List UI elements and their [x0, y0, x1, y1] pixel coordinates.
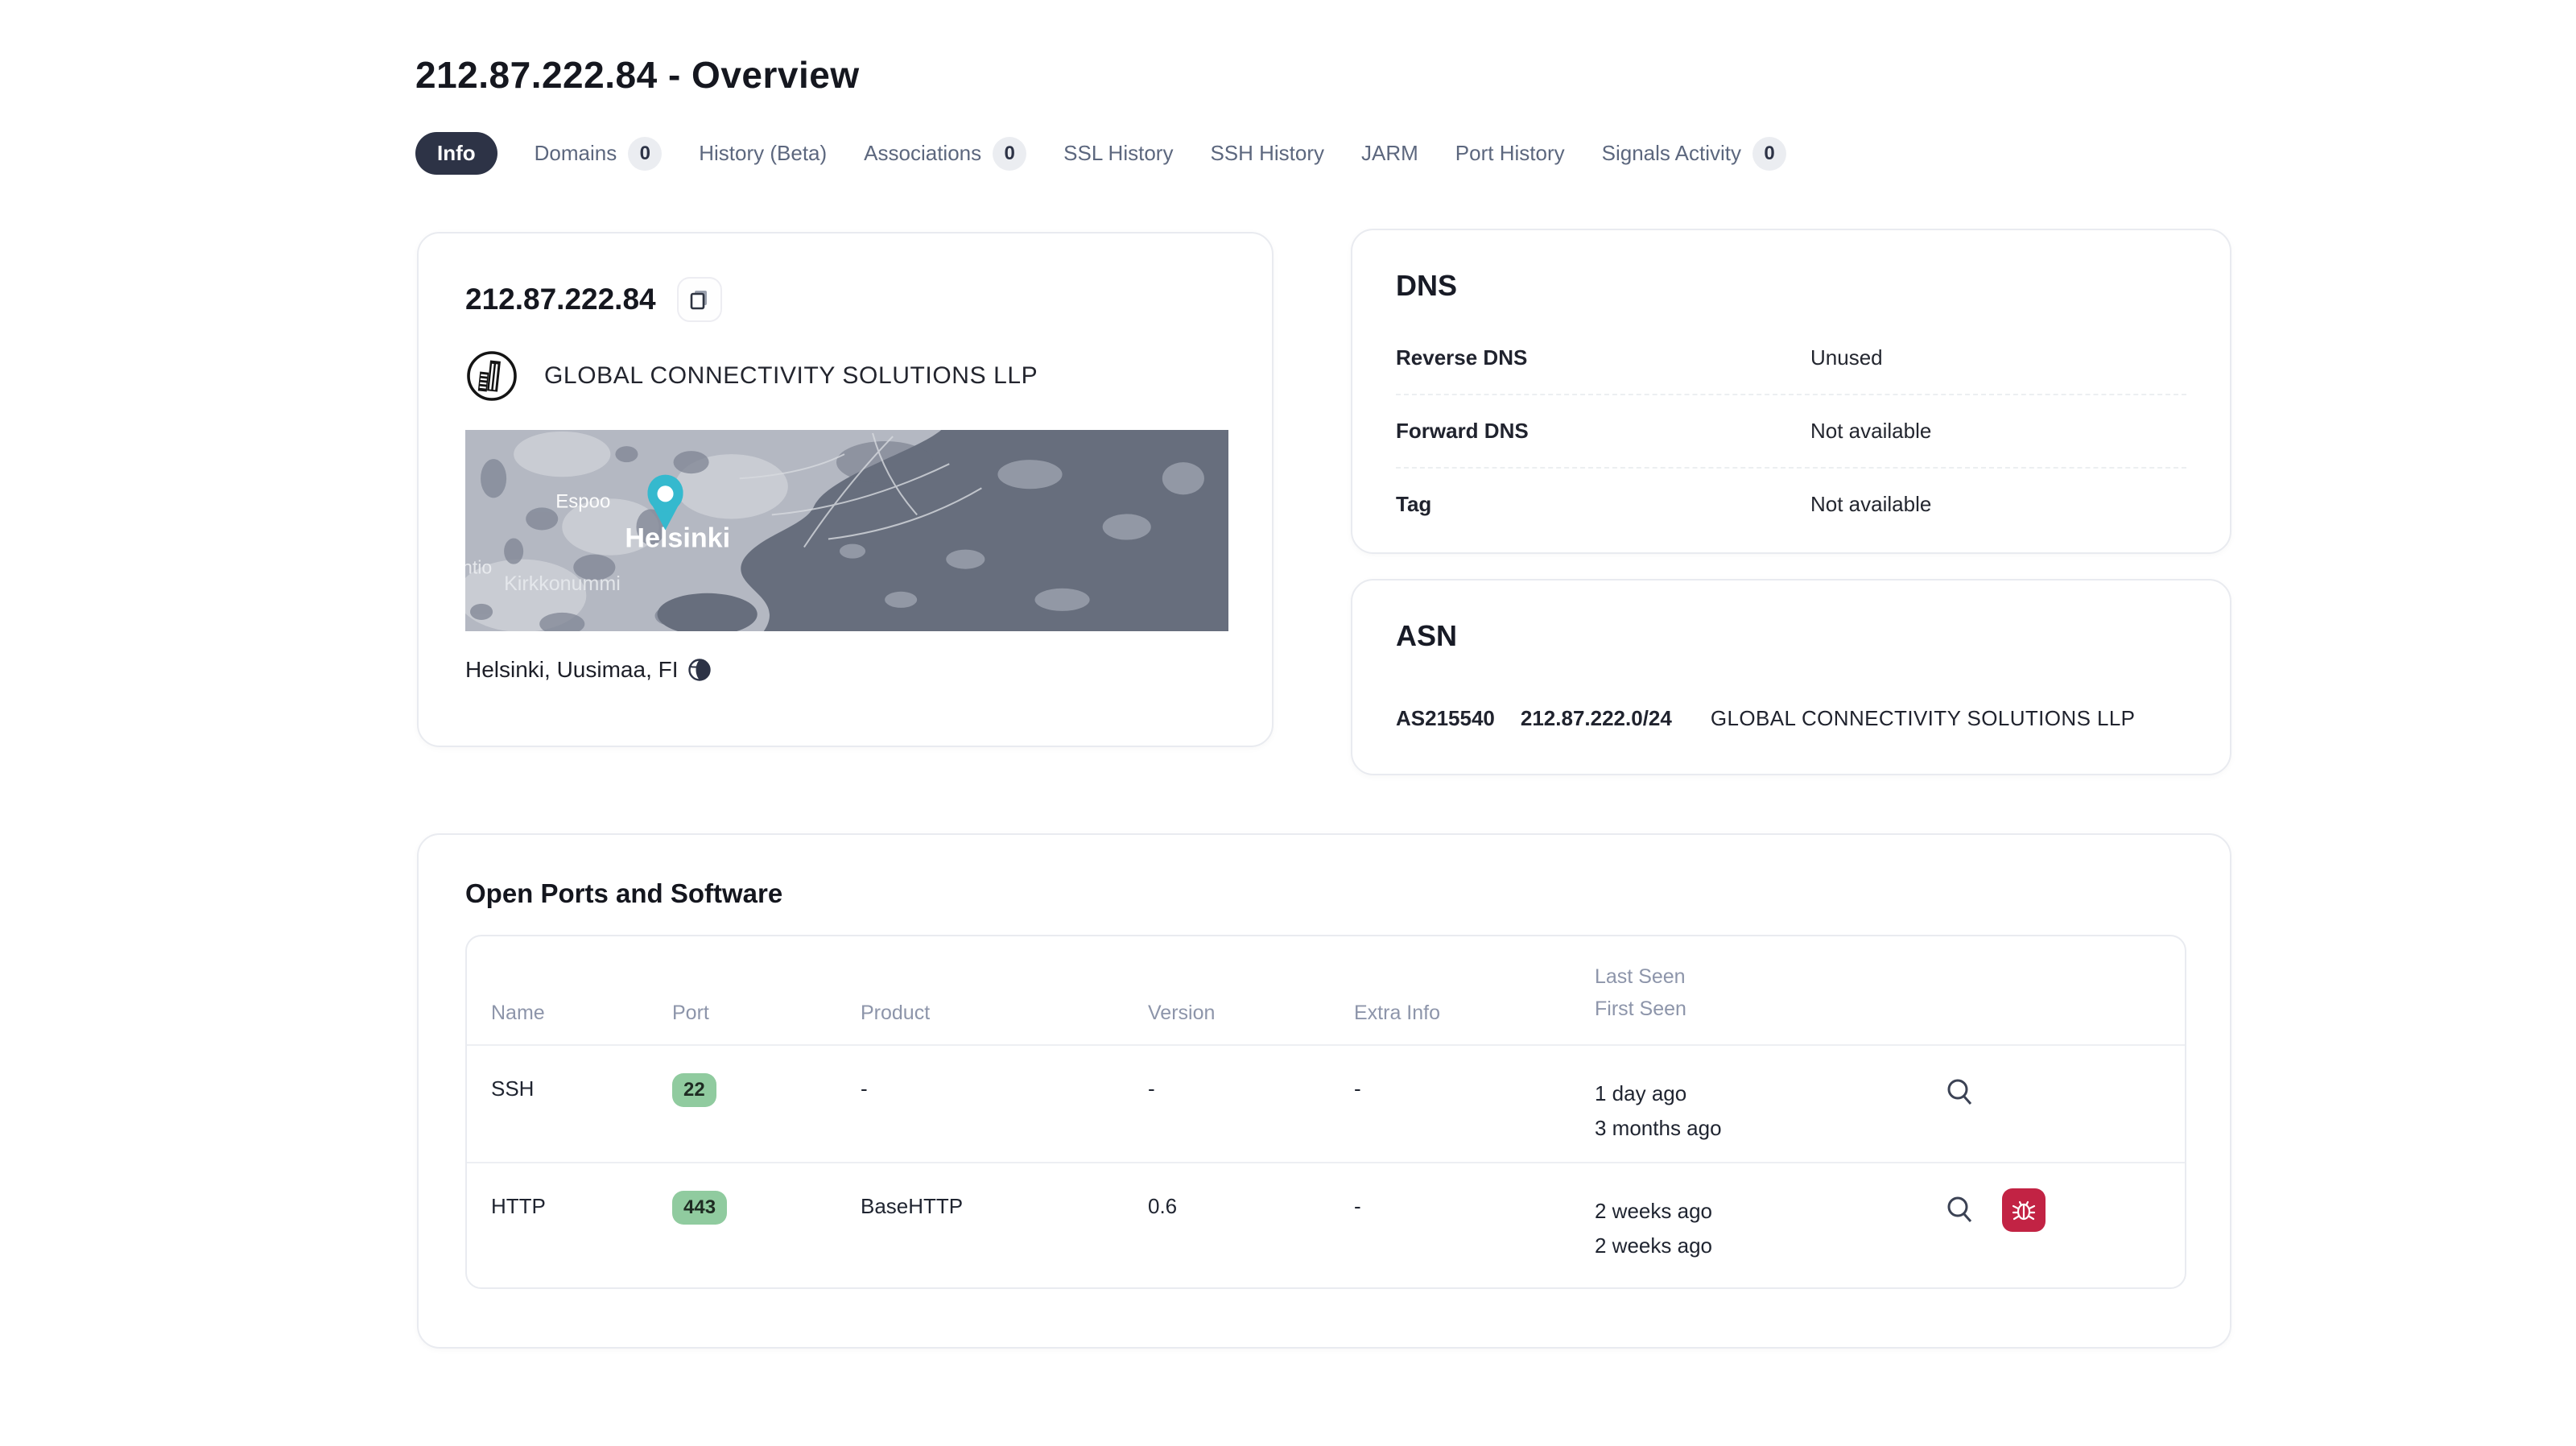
cell-seen: 2 weeks ago 2 weeks ago — [1595, 1163, 1941, 1287]
table-row-http: HTTP 443 BaseHTTP 0.6 - 2 weeks ago 2 we… — [467, 1162, 2185, 1287]
col-header-name: Name — [491, 1002, 545, 1024]
bug-icon — [2012, 1200, 2036, 1221]
dns-label-reverse: Reverse DNS — [1396, 345, 1528, 370]
ip-summary-card: 212.87.222.84 GLOBAL CONNECTIVITY SOLUTI… — [417, 232, 1274, 747]
search-port-button[interactable] — [1941, 1073, 1979, 1112]
globe-icon — [687, 659, 711, 681]
location-text: Helsinki, Uusimaa, FI — [465, 657, 679, 682]
ports-table: Name Port Product Version Extra Info Las… — [465, 935, 2186, 1289]
port-badge: 443 — [672, 1191, 728, 1225]
cell-version: - — [1148, 1076, 1155, 1101]
last-seen: 2 weeks ago — [1595, 1199, 1712, 1223]
cell-extra-info: - — [1354, 1194, 1361, 1218]
dns-row-reverse: Reverse DNS Unused — [1396, 322, 2186, 395]
page-title: 212.87.222.84 - Overview — [415, 54, 860, 96]
vulnerability-button[interactable] — [2002, 1188, 2046, 1232]
map-label-helsinki: Helsinki — [625, 523, 730, 554]
tab-ssh-history[interactable]: SSH History — [1210, 141, 1324, 166]
dns-value-reverse: Unused — [1810, 345, 1883, 370]
tab-info[interactable]: Info — [415, 132, 497, 175]
ip-address: 212.87.222.84 — [465, 283, 656, 316]
tab-associations[interactable]: Associations 0 — [864, 136, 1027, 171]
associations-count-badge: 0 — [993, 136, 1027, 171]
cell-product: BaseHTTP — [861, 1194, 964, 1218]
signals-count-badge: 0 — [1752, 136, 1787, 171]
tab-port-history[interactable]: Port History — [1455, 141, 1565, 166]
last-seen: 1 day ago — [1595, 1081, 1687, 1105]
first-seen: 2 weeks ago — [1595, 1233, 1712, 1258]
dns-label-tag: Tag — [1396, 492, 1432, 516]
dns-value-tag: Not available — [1810, 492, 1932, 516]
asn-cidr: 212.87.222.0/24 — [1520, 706, 1672, 730]
dns-label-forward: Forward DNS — [1396, 419, 1529, 443]
cell-version: 0.6 — [1148, 1194, 1178, 1218]
open-ports-title: Open Ports and Software — [465, 878, 783, 908]
table-row-ssh: SSH 22 - - - 1 day ago 3 months ago — [467, 1044, 2185, 1162]
asn-number: AS215540 — [1396, 706, 1495, 730]
asn-org-name: GLOBAL CONNECTIVITY SOLUTIONS LLP — [1710, 706, 2136, 730]
organization-logo — [467, 351, 517, 401]
dns-row-tag: Tag Not available — [1396, 469, 2186, 540]
col-header-extra-info: Extra Info — [1354, 1002, 1440, 1024]
tab-bar: Info Domains 0 History (Beta) Association… — [415, 132, 1787, 175]
search-port-button[interactable] — [1941, 1191, 1979, 1229]
open-ports-card: Open Ports and Software Name Port Produc… — [417, 833, 2231, 1349]
tab-signals-activity[interactable]: Signals Activity 0 — [1602, 136, 1787, 171]
asn-card-title: ASN — [1396, 619, 1458, 652]
organization-name: GLOBAL CONNECTIVITY SOLUTIONS LLP — [544, 362, 1038, 389]
cell-name: HTTP — [491, 1194, 546, 1218]
cell-seen: 1 day ago 3 months ago — [1595, 1046, 1941, 1162]
cell-extra-info: - — [1354, 1076, 1361, 1101]
ports-table-header: Name Port Product Version Extra Info Las… — [467, 936, 2185, 1044]
dns-value-forward: Not available — [1810, 419, 1932, 443]
col-header-port: Port — [672, 1002, 709, 1024]
cell-name: SSH — [491, 1076, 535, 1101]
col-header-version: Version — [1148, 1002, 1216, 1024]
asn-card: ASN AS215540 212.87.222.0/24 GLOBAL CONN… — [1351, 579, 2231, 775]
copy-icon — [690, 291, 707, 310]
map-label-espoo: Espoo — [555, 490, 610, 512]
tab-ssl-history[interactable]: SSL History — [1063, 141, 1173, 166]
copy-ip-button[interactable] — [676, 277, 722, 322]
map-label-siuntio: ntio — [465, 557, 492, 578]
first-seen: 3 months ago — [1595, 1116, 1722, 1140]
dns-row-forward: Forward DNS Not available — [1396, 395, 2186, 469]
search-icon — [1947, 1079, 1972, 1105]
tab-jarm[interactable]: JARM — [1361, 141, 1418, 166]
port-badge: 22 — [672, 1073, 716, 1107]
domains-count-badge: 0 — [628, 136, 663, 171]
dns-card-title: DNS — [1396, 269, 1458, 302]
cell-product: - — [861, 1076, 868, 1101]
tab-history-beta[interactable]: History (Beta) — [699, 141, 827, 166]
col-header-product: Product — [861, 1002, 931, 1024]
location-map[interactable]: Espoo ntio Kirkkonummi Helsinki — [465, 430, 1228, 631]
map-label-kirkkonummi: Kirkkonummi — [504, 572, 621, 595]
col-header-seen: Last Seen First Seen — [1595, 965, 1686, 1020]
tab-domains[interactable]: Domains 0 — [535, 136, 663, 171]
search-icon — [1947, 1196, 1972, 1222]
dns-card: DNS Reverse DNS Unused Forward DNS Not a… — [1351, 229, 2231, 554]
